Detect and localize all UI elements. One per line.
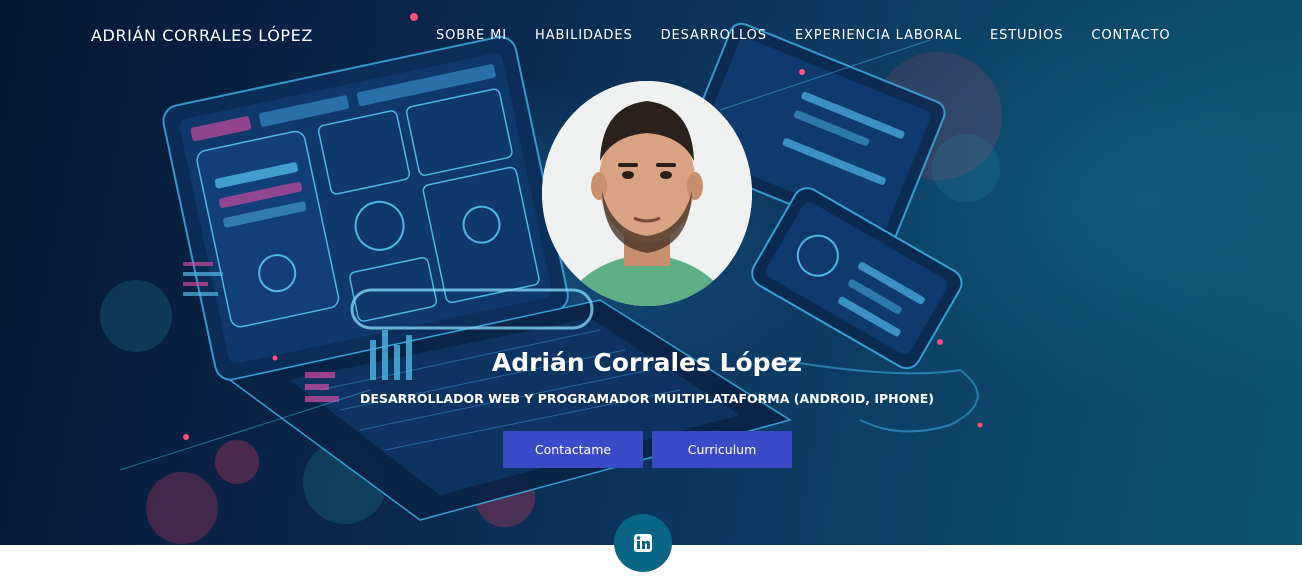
linkedin-icon bbox=[634, 534, 652, 552]
hero-name: Adrián Corrales López bbox=[491, 348, 803, 377]
profile-photo bbox=[542, 81, 752, 306]
brand-logo-link[interactable]: ADRIÁN CORRALES LÓPEZ bbox=[91, 26, 313, 45]
profile-avatar bbox=[542, 81, 752, 306]
nav-link-contacto[interactable]: CONTACTO bbox=[1091, 28, 1170, 43]
hero-tagline: DESARROLLADOR WEB Y PROGRAMADOR MULTIPLA… bbox=[360, 391, 934, 406]
hero-section: ADRIÁN CORRALES LÓPEZ SOBRE MI HABILIDAD… bbox=[0, 0, 1302, 545]
nav-link-habilidades[interactable]: HABILIDADES bbox=[535, 28, 633, 43]
nav-link-estudios[interactable]: ESTUDIOS bbox=[990, 28, 1063, 43]
curriculum-button[interactable]: Curriculum bbox=[652, 431, 792, 468]
nav-link-desarrollos[interactable]: DESARROLLOS bbox=[661, 28, 767, 43]
top-navbar: ADRIÁN CORRALES LÓPEZ SOBRE MI HABILIDAD… bbox=[0, 0, 1302, 72]
contact-button[interactable]: Contactame bbox=[503, 431, 643, 468]
nav-link-experiencia-laboral[interactable]: EXPERIENCIA LABORAL bbox=[795, 28, 962, 43]
linkedin-button[interactable] bbox=[614, 514, 672, 572]
main-nav: SOBRE MI HABILIDADES DESARROLLOS EXPERIE… bbox=[436, 28, 1171, 43]
nav-link-sobre-mi[interactable]: SOBRE MI bbox=[436, 28, 507, 43]
